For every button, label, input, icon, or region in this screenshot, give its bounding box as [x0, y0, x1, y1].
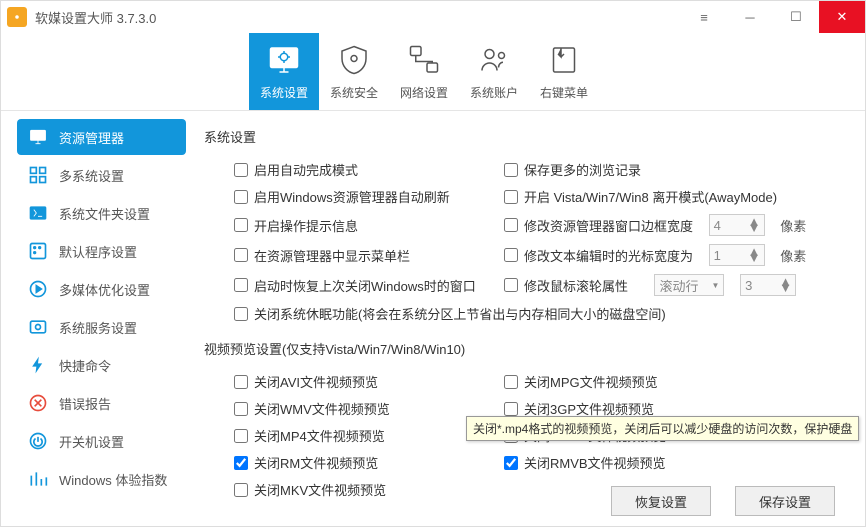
- service-icon: [27, 316, 49, 338]
- titlebar: 软媒设置大师 3.7.3.0 ≡ ─ ☐ ✕: [1, 1, 865, 33]
- menu-button[interactable]: ≡: [681, 1, 727, 33]
- chart-icon: [27, 468, 49, 490]
- save-button[interactable]: 保存设置: [735, 486, 835, 516]
- sidebar-item-services[interactable]: 系统服务设置: [17, 309, 186, 345]
- chk-rmvb[interactable]: 关闭RMVB文件视频预览: [504, 453, 853, 472]
- restore-button[interactable]: 恢复设置: [611, 486, 711, 516]
- context-menu-icon: [546, 42, 582, 78]
- grid-icon: [27, 164, 49, 186]
- sidebar-item-defaults[interactable]: 默认程序设置: [17, 233, 186, 269]
- toolbar: 系统设置 系统安全 网络设置 系统账户 右键菜单: [1, 33, 865, 111]
- chk-mp4[interactable]: 关闭MP4文件视频预览: [234, 426, 504, 445]
- chk-rm[interactable]: 关闭RM文件视频预览: [234, 453, 504, 472]
- app-icon: [7, 7, 27, 27]
- chk-auto-refresh[interactable]: 启用Windows资源管理器自动刷新: [234, 187, 504, 206]
- users-icon: [476, 42, 512, 78]
- tab-context-menu[interactable]: 右键菜单: [529, 33, 599, 110]
- select-scroll-mode[interactable]: 滚动行▼: [654, 274, 724, 296]
- input-border-width[interactable]: 4▲▼: [709, 214, 765, 236]
- window-title: 软媒设置大师 3.7.3.0: [35, 8, 681, 27]
- input-cursor-width[interactable]: 1▲▼: [709, 244, 765, 266]
- content: 系统设置 启用自动完成模式 保存更多的浏览记录 启用Windows资源管理器自动…: [186, 111, 865, 526]
- monitor-gear-icon: [266, 42, 302, 78]
- tooltip: 关闭*.mp4格式的视频预览，关闭后可以减少硬盘的访问次数，保护硬盘: [466, 416, 859, 441]
- maximize-button[interactable]: ☐: [773, 1, 819, 33]
- sidebar-item-power[interactable]: 开关机设置: [17, 423, 186, 459]
- chk-disable-hibernate[interactable]: 关闭系统休眠功能(将会在系统分区上节省出与内存相同大小的磁盘空间): [234, 304, 853, 323]
- input-scroll-lines[interactable]: 3▲▼: [740, 274, 796, 296]
- chk-restore-windows[interactable]: 启动时恢复上次关闭Windows时的窗口: [234, 274, 504, 296]
- sidebar-item-explorer[interactable]: 资源管理器: [17, 119, 186, 155]
- window-controls: ≡ ─ ☐ ✕: [681, 1, 865, 33]
- chk-cursor-width[interactable]: 修改文本编辑时的光标宽度为: [504, 246, 693, 265]
- network-icon: [406, 42, 442, 78]
- sidebar-item-wei[interactable]: Windows 体验指数: [17, 461, 186, 497]
- sidebar: 资源管理器 多系统设置 系统文件夹设置 默认程序设置 多媒体优化设置 系统服务设…: [1, 111, 186, 526]
- chk-autocomplete[interactable]: 启用自动完成模式: [234, 160, 504, 179]
- chk-mkv[interactable]: 关闭MKV文件视频预览: [234, 480, 504, 499]
- main: 资源管理器 多系统设置 系统文件夹设置 默认程序设置 多媒体优化设置 系统服务设…: [1, 111, 865, 526]
- sidebar-item-shortcuts[interactable]: 快捷命令: [17, 347, 186, 383]
- chk-mpg[interactable]: 关闭MPG文件视频预览: [504, 372, 853, 391]
- system-settings-grid: 启用自动完成模式 保存更多的浏览记录 启用Windows资源管理器自动刷新 开启…: [234, 160, 853, 296]
- power-icon: [27, 430, 49, 452]
- apps-icon: [27, 240, 49, 262]
- sidebar-item-errors[interactable]: 错误报告: [17, 385, 186, 421]
- chk-show-menubar[interactable]: 在资源管理器中显示菜单栏: [234, 244, 504, 266]
- sidebar-item-folders[interactable]: 系统文件夹设置: [17, 195, 186, 231]
- section-title-video: 视频预览设置(仅支持Vista/Win7/Win8/Win10): [204, 339, 853, 358]
- windows-icon: [27, 202, 49, 224]
- error-icon: [27, 392, 49, 414]
- tab-system-security[interactable]: 系统安全: [319, 33, 389, 110]
- chk-avi[interactable]: 关闭AVI文件视频预览: [234, 372, 504, 391]
- bolt-icon: [27, 354, 49, 376]
- chk-tips[interactable]: 开启操作提示信息: [234, 214, 504, 236]
- close-button[interactable]: ✕: [819, 1, 865, 33]
- sidebar-item-multiboot[interactable]: 多系统设置: [17, 157, 186, 193]
- tab-system-settings[interactable]: 系统设置: [249, 33, 319, 110]
- chk-scroll[interactable]: 修改鼠标滚轮属性: [504, 276, 628, 295]
- tab-network-settings[interactable]: 网络设置: [389, 33, 459, 110]
- footer-buttons: 恢复设置 保存设置: [611, 486, 835, 516]
- shield-gear-icon: [336, 42, 372, 78]
- chk-wmv[interactable]: 关闭WMV文件视频预览: [234, 399, 504, 418]
- monitor-icon: [27, 126, 49, 148]
- chk-more-history[interactable]: 保存更多的浏览记录: [504, 160, 853, 179]
- sidebar-item-media[interactable]: 多媒体优化设置: [17, 271, 186, 307]
- tab-system-accounts[interactable]: 系统账户: [459, 33, 529, 110]
- minimize-button[interactable]: ─: [727, 1, 773, 33]
- section-title-system: 系统设置: [204, 127, 853, 146]
- chk-away-mode[interactable]: 开启 Vista/Win7/Win8 离开模式(AwayMode): [504, 187, 853, 206]
- play-icon: [27, 278, 49, 300]
- chk-border-width[interactable]: 修改资源管理器窗口边框宽度: [504, 216, 693, 235]
